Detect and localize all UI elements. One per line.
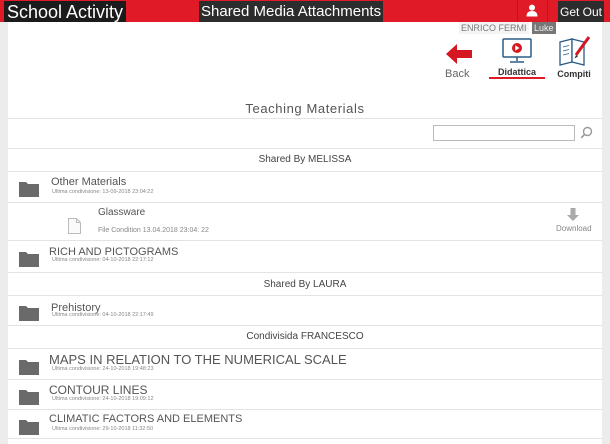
list-item-folder[interactable]: MAPS IN RELATION TO THE NUMERICAL SCALE … xyxy=(8,349,602,379)
folder-icon xyxy=(19,360,39,375)
folder-icon xyxy=(19,252,39,267)
download-button[interactable]: Download xyxy=(556,206,592,236)
group-header-laura: Shared By LAURA xyxy=(263,279,347,290)
list-item-folder[interactable]: CLIMATIC FACTORS AND ELEMENTS Ultima con… xyxy=(8,410,602,438)
folder-title: MAPS IN RELATION TO THE NUMERICAL SCALE xyxy=(49,352,347,367)
user-icon xyxy=(526,4,538,17)
logout-button[interactable]: Get Out xyxy=(558,1,605,22)
list-item-file[interactable]: Glassware File Condition 13.04.2018 23:0… xyxy=(8,203,602,240)
tab-didattica[interactable]: Didattica xyxy=(489,38,545,79)
page-heading: Shared Media Attachments xyxy=(199,1,384,22)
user-button[interactable] xyxy=(517,0,548,22)
download-icon xyxy=(567,208,579,221)
section-title: Teaching Materials xyxy=(245,101,365,116)
file-icon xyxy=(68,218,81,234)
notebook-pencil-icon xyxy=(559,36,591,66)
folder-icon xyxy=(19,306,39,321)
folder-meta: Ultima condivisione: 24-10-2018 19:48:23 xyxy=(52,366,154,372)
folder-meta: Ultima condivisione: 13-09-2018 23:04:22 xyxy=(52,189,154,195)
app-title: School Activity xyxy=(4,1,127,22)
user-tag: Luke xyxy=(532,22,556,34)
folder-title: CLIMATIC FACTORS AND ELEMENTS xyxy=(49,413,243,425)
file-meta: File Condition 13.04.2018 23:04: 22 xyxy=(98,227,209,234)
folder-meta: Ultima condivisione: 04-10-2018 22:17:49 xyxy=(52,312,154,318)
divider xyxy=(8,272,602,273)
tab-didattica-label: Didattica xyxy=(497,67,536,77)
list-item-folder[interactable]: Prehistory Ultima condivisione: 04-10-20… xyxy=(8,296,602,325)
list-item-folder[interactable]: RICH AND PICTOGRAMS Ultima condivisione:… xyxy=(8,241,602,272)
group-header-francesco: Condivisida FRANCESCO xyxy=(246,331,364,342)
tab-compiti-label: Compiti xyxy=(557,69,591,79)
download-label: Download xyxy=(556,224,592,233)
divider xyxy=(8,148,602,149)
video-lesson-icon xyxy=(502,38,532,63)
back-arrow-icon xyxy=(446,44,472,64)
search-input[interactable] xyxy=(433,125,575,141)
list-item-folder[interactable]: Other Materials Ultima condivisione: 13-… xyxy=(8,172,602,202)
folder-title: CONTOUR LINES xyxy=(49,383,148,397)
folder-icon xyxy=(19,390,39,405)
divider xyxy=(8,325,602,326)
back-button[interactable]: Back xyxy=(444,44,474,80)
folder-meta: Ultima condivisione: 04-10-2018 22:17:12 xyxy=(52,257,154,263)
folder-icon xyxy=(19,420,39,435)
list-item-folder[interactable]: CONTOUR LINES Ultima condivisione: 24-10… xyxy=(8,380,602,409)
user-name: ENRICO FERMI xyxy=(459,22,529,34)
folder-meta: Ultima condivisione: 24-10-2018 19:09:12 xyxy=(52,396,154,402)
active-tab-indicator xyxy=(489,77,545,79)
file-title: Glassware xyxy=(98,207,146,218)
group-header-melissa: Shared By MELISSA xyxy=(258,154,352,165)
folder-meta: Ultima condivisione: 29-10-2018 11:32:50 xyxy=(52,426,154,432)
back-label: Back xyxy=(445,68,470,80)
search-icon[interactable] xyxy=(580,126,593,139)
folder-title: Other Materials xyxy=(51,176,127,188)
divider xyxy=(8,438,602,439)
tab-compiti[interactable]: Compiti xyxy=(555,36,593,79)
folder-icon xyxy=(19,182,39,197)
divider xyxy=(8,118,602,119)
